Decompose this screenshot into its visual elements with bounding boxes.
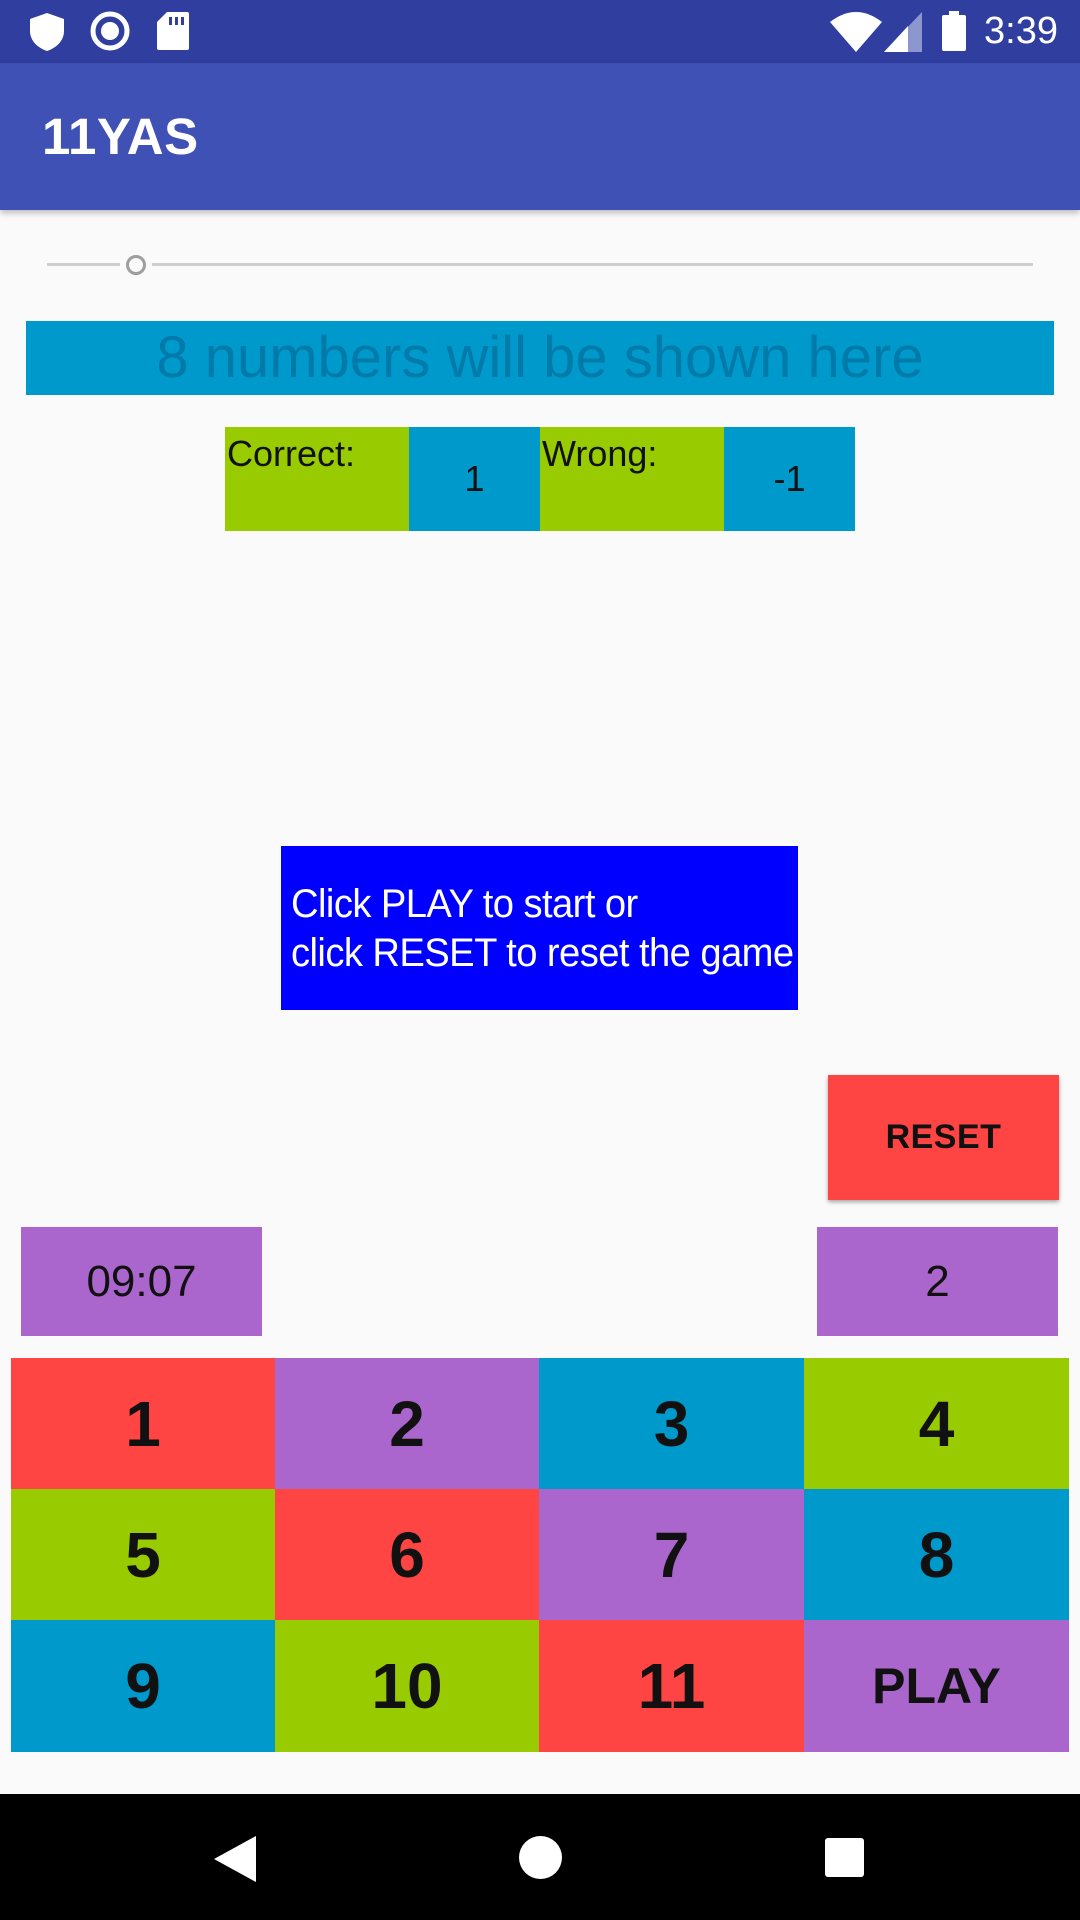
number-key-9[interactable]: 9 [11, 1620, 275, 1752]
wrong-value: -1 [724, 427, 855, 531]
number-key-6[interactable]: 6 [275, 1489, 539, 1620]
number-key-3[interactable]: 3 [539, 1358, 804, 1489]
number-key-10[interactable]: 10 [275, 1620, 539, 1752]
wrong-count: -1 [773, 458, 806, 499]
number-key-4[interactable]: 4 [804, 1358, 1069, 1489]
numbers-display: 8 numbers will be shown here [26, 321, 1054, 395]
navigation-bar [0, 1794, 1080, 1920]
sd-card-icon [157, 12, 189, 55]
count-display: 2 [817, 1227, 1058, 1336]
wifi-icon [830, 12, 882, 57]
battery-icon [942, 11, 966, 56]
correct-label: Correct: [225, 427, 409, 531]
number-key-8[interactable]: 8 [804, 1489, 1069, 1620]
wrong-label: Wrong: [540, 427, 724, 531]
number-key-11[interactable]: 11 [539, 1620, 804, 1752]
home-icon[interactable] [519, 1836, 562, 1884]
correct-count: 1 [464, 458, 485, 499]
circle-record-icon [90, 11, 130, 56]
number-key-1[interactable]: 1 [11, 1358, 275, 1489]
instructions-line-1: Click PLAY to start or [291, 882, 638, 926]
number-key-2[interactable]: 2 [275, 1358, 539, 1489]
slider-track[interactable] [47, 263, 1033, 266]
timer-display: 09:07 [21, 1227, 262, 1336]
number-key-5[interactable]: 5 [11, 1489, 275, 1620]
slider-thumb[interactable] [125, 255, 146, 275]
back-icon[interactable] [214, 1836, 256, 1887]
instructions-box: Click PLAY to start or click RESET to re… [281, 846, 798, 1010]
app-title: 11YAS [42, 108, 199, 165]
status-bar: 3:39 [0, 0, 1080, 63]
reset-button[interactable]: RESET [828, 1075, 1059, 1200]
instructions-line-2: click RESET to reset the game [291, 931, 794, 975]
status-time: 3:39 [984, 10, 1058, 52]
count-value: 2 [925, 1256, 950, 1306]
signal-icon [884, 12, 922, 57]
timer-value: 09:07 [86, 1256, 197, 1306]
shield-icon [30, 13, 64, 56]
numbers-display-text: 8 numbers will be shown here [156, 325, 924, 390]
correct-value: 1 [409, 427, 540, 531]
keypad: 1 2 3 4 5 6 7 8 9 10 11 PLAY [11, 1358, 1069, 1752]
app-bar: 11YAS [0, 63, 1080, 210]
recents-icon[interactable] [825, 1838, 864, 1882]
number-key-7[interactable]: 7 [539, 1489, 804, 1620]
play-button[interactable]: PLAY [804, 1620, 1069, 1752]
